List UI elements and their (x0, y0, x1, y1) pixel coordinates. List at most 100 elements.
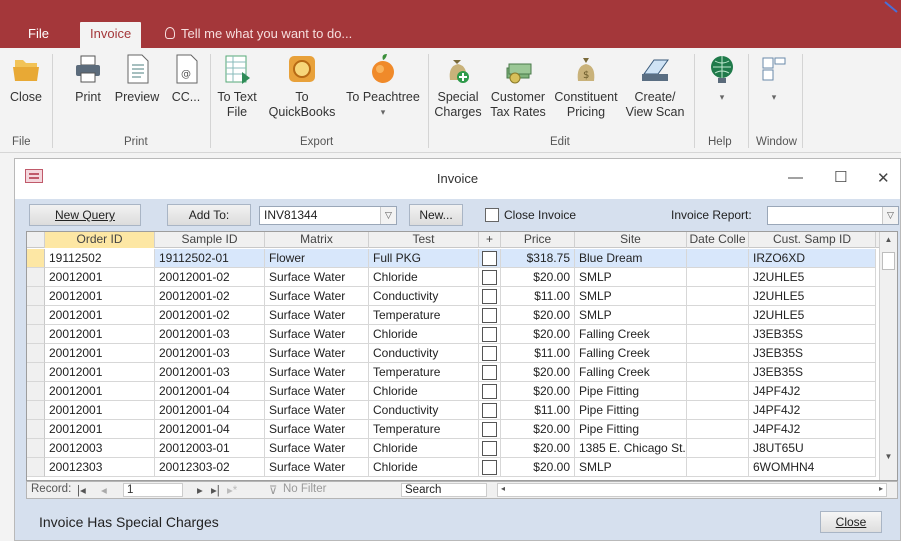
cell-order-id[interactable]: 20012003 (45, 439, 155, 458)
cell-order-id[interactable]: 20012001 (45, 382, 155, 401)
row-checkbox[interactable] (482, 346, 497, 361)
previous-record-icon[interactable]: ◂ (101, 483, 107, 497)
row-checkbox[interactable] (482, 460, 497, 475)
cell-price[interactable]: $20.00 (501, 382, 575, 401)
cell-site[interactable]: SMLP (575, 458, 687, 477)
cell-order-id[interactable]: 20012001 (45, 401, 155, 420)
tab-file[interactable]: File (18, 22, 59, 48)
cell-cust-samp-id[interactable]: J4PF4J2 (749, 382, 876, 401)
no-filter-indicator[interactable]: No Filter (283, 483, 326, 495)
cell-cust-samp-id[interactable]: IRZO6XD (749, 249, 876, 268)
cell-date-collected[interactable] (687, 363, 749, 382)
record-selector[interactable] (27, 306, 45, 325)
cell-sample-id[interactable]: 20012001-02 (155, 287, 265, 306)
cell-plus[interactable] (479, 420, 501, 439)
table-row[interactable]: 20012001 20012001-04 Surface Water Conducti… (27, 401, 880, 420)
cell-cust-samp-id[interactable]: J4PF4J2 (749, 401, 876, 420)
cell-site[interactable]: SMLP (575, 287, 687, 306)
maximize-icon[interactable]: ☐ (834, 168, 847, 186)
cell-plus[interactable] (479, 268, 501, 287)
table-row[interactable]: 20012303 20012303-02 Surface Water Chloride… (27, 458, 880, 477)
record-selector[interactable] (27, 287, 45, 306)
record-selector[interactable] (27, 344, 45, 363)
cell-price[interactable]: $11.00 (501, 287, 575, 306)
record-selector[interactable] (27, 249, 45, 268)
next-record-icon[interactable]: ▸ (197, 483, 203, 497)
chevron-down-icon[interactable]: ▽ (882, 207, 898, 224)
cell-price[interactable]: $20.00 (501, 325, 575, 344)
cell-cust-samp-id[interactable]: J2UHLE5 (749, 306, 876, 325)
cell-site[interactable]: Pipe Fitting (575, 382, 687, 401)
cell-cust-samp-id[interactable]: J2UHLE5 (749, 287, 876, 306)
scroll-up-icon[interactable]: ▲ (880, 233, 897, 247)
tell-me-search[interactable]: Tell me what you want to do... (165, 22, 352, 46)
add-to-button[interactable]: Add To: (167, 204, 251, 226)
cell-date-collected[interactable] (687, 401, 749, 420)
record-selector[interactable] (27, 363, 45, 382)
cell-date-collected[interactable] (687, 325, 749, 344)
row-checkbox[interactable] (482, 384, 497, 399)
cell-order-id[interactable]: 20012001 (45, 268, 155, 287)
tab-invoice[interactable]: Invoice (80, 22, 142, 48)
close-button[interactable]: Close (820, 511, 882, 533)
cell-sample-id[interactable]: 20012001-04 (155, 401, 265, 420)
table-row[interactable]: 20012001 20012001-03 Surface Water Conducti… (27, 344, 880, 363)
cell-sample-id[interactable]: 20012001-03 (155, 325, 265, 344)
vertical-scrollbar[interactable]: ▲ ▼ (879, 232, 897, 480)
cell-cust-samp-id[interactable]: J3EB35S (749, 325, 876, 344)
cell-price[interactable]: $318.75 (501, 249, 575, 268)
column-header-cust-samp-id[interactable]: Cust. Samp ID (749, 232, 876, 248)
cell-date-collected[interactable] (687, 382, 749, 401)
cell-plus[interactable] (479, 439, 501, 458)
scroll-thumb[interactable] (882, 252, 895, 270)
cell-sample-id[interactable]: 20012001-04 (155, 420, 265, 439)
cell-price[interactable]: $11.00 (501, 344, 575, 363)
cell-matrix[interactable]: Surface Water (265, 401, 369, 420)
cell-site[interactable]: Falling Creek (575, 325, 687, 344)
filter-icon[interactable]: ⊽ (269, 483, 277, 497)
cell-sample-id[interactable]: 20012001-02 (155, 306, 265, 325)
table-row[interactable]: 20012001 20012001-04 Surface Water Temperat… (27, 420, 880, 439)
cell-sample-id[interactable]: 20012303-02 (155, 458, 265, 477)
cell-test[interactable]: Chloride (369, 458, 479, 477)
cell-matrix[interactable]: Surface Water (265, 458, 369, 477)
to-quickbooks-button[interactable]: To QuickBooks (266, 52, 338, 120)
table-row[interactable]: 20012003 20012003-01 Surface Water Chloride… (27, 439, 880, 458)
column-header-matrix[interactable]: Matrix (265, 232, 369, 248)
record-selector[interactable] (27, 382, 45, 401)
invoice-number-combo[interactable]: INV81344 ▽ (259, 206, 397, 225)
cell-cust-samp-id[interactable]: J4PF4J2 (749, 420, 876, 439)
table-row[interactable]: 20012001 20012001-02 Surface Water Temperat… (27, 306, 880, 325)
cell-site[interactable]: SMLP (575, 306, 687, 325)
column-header-sample-id[interactable]: Sample ID (155, 232, 265, 248)
cell-matrix[interactable]: Surface Water (265, 420, 369, 439)
row-checkbox[interactable] (482, 251, 497, 266)
minimize-icon[interactable]: — (788, 169, 803, 186)
cell-test[interactable]: Conductivity (369, 401, 479, 420)
cell-price[interactable]: $20.00 (501, 268, 575, 287)
new-invoice-button[interactable]: New... (409, 204, 463, 226)
cell-date-collected[interactable] (687, 249, 749, 268)
cell-date-collected[interactable] (687, 439, 749, 458)
scroll-down-icon[interactable]: ▼ (880, 450, 897, 464)
create-view-scan-button[interactable]: Create/ View Scan (624, 52, 686, 120)
cell-order-id[interactable]: 20012001 (45, 306, 155, 325)
column-header-site[interactable]: Site (575, 232, 687, 248)
invoice-datasheet[interactable]: Order ID Sample ID Matrix Test + Price Site Dat… (26, 231, 898, 481)
cell-test[interactable]: Chloride (369, 325, 479, 344)
cell-matrix[interactable]: Surface Water (265, 325, 369, 344)
table-row[interactable]: 20012001 20012001-02 Surface Water Conducti… (27, 287, 880, 306)
invoice-report-combo[interactable]: ▽ (767, 206, 899, 225)
record-selector[interactable] (27, 458, 45, 477)
cell-date-collected[interactable] (687, 344, 749, 363)
cell-site[interactable]: Falling Creek (575, 363, 687, 382)
cell-test[interactable]: Full PKG (369, 249, 479, 268)
row-checkbox[interactable] (482, 365, 497, 380)
to-peachtree-button[interactable]: To Peachtree ▾ (342, 52, 424, 120)
row-checkbox[interactable] (482, 289, 497, 304)
cell-site[interactable]: 1385 E. Chicago St. (575, 439, 687, 458)
chevron-down-icon[interactable]: ▽ (380, 207, 396, 224)
cell-plus[interactable] (479, 382, 501, 401)
constituent-pricing-button[interactable]: $ Constituent Pricing (552, 52, 620, 120)
cell-test[interactable]: Temperature (369, 420, 479, 439)
